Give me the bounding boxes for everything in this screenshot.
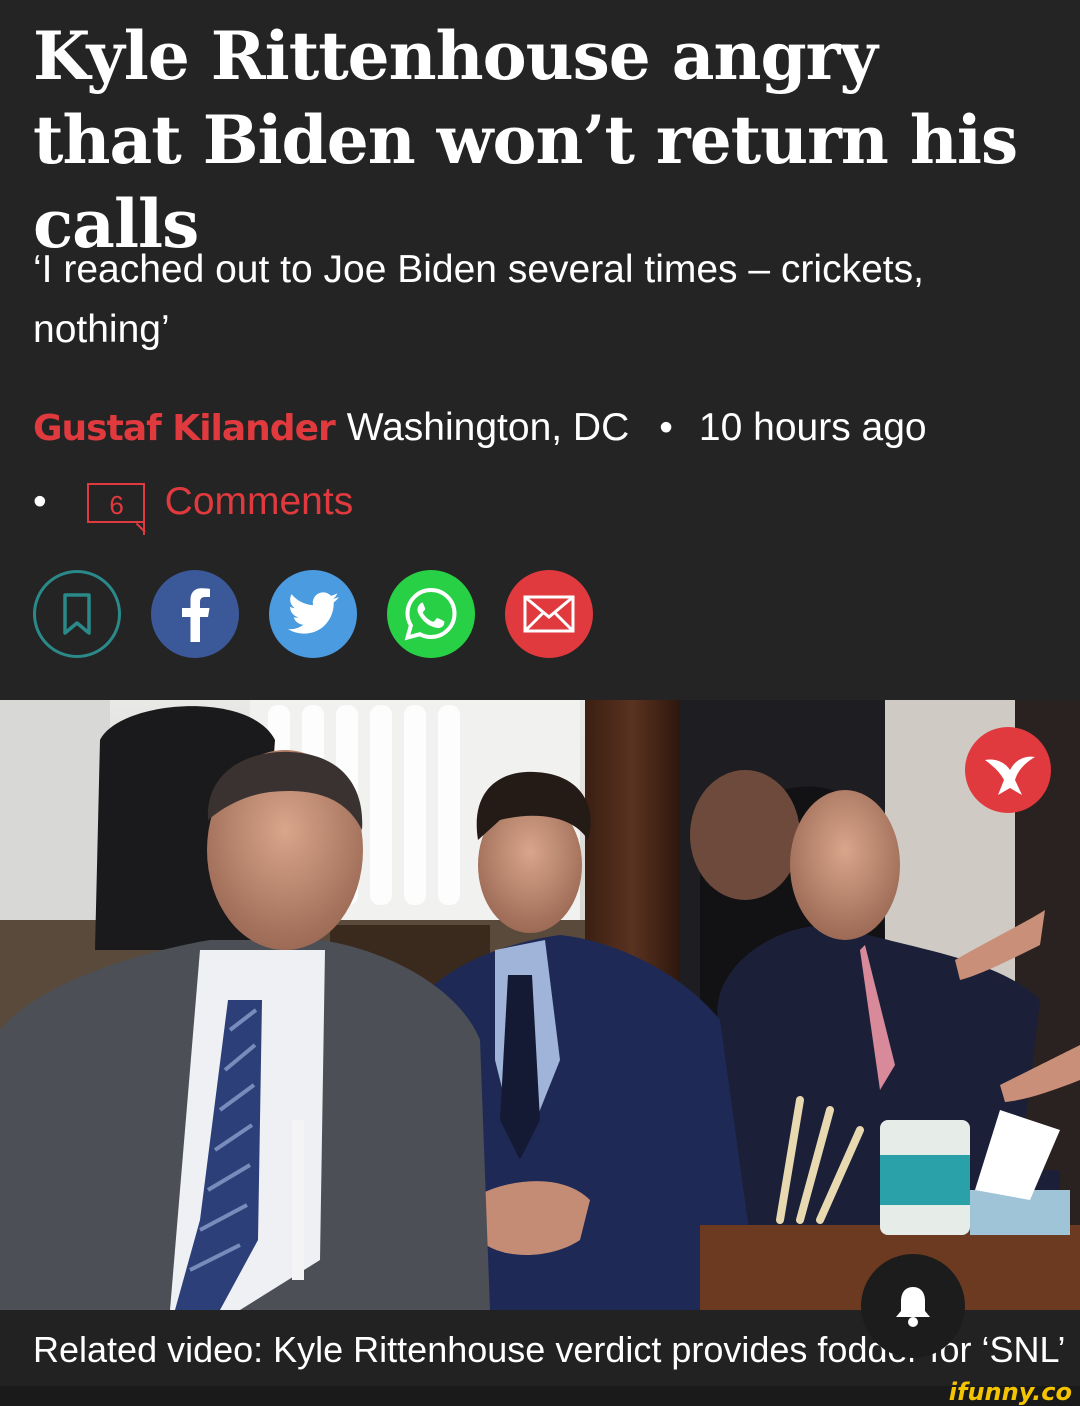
whatsapp-icon — [404, 587, 457, 641]
facebook-icon — [182, 588, 210, 642]
bottom-strip — [0, 1386, 1080, 1406]
bookmark-button[interactable] — [33, 570, 121, 658]
location: Washington, DC — [346, 406, 630, 449]
twitter-icon — [288, 592, 339, 634]
notification-button[interactable] — [861, 1254, 965, 1358]
article-photo[interactable] — [0, 700, 1080, 1310]
byline: Gustaf Kilander Washington, DC • 10 hours a… — [33, 398, 927, 458]
share-bar — [33, 570, 593, 660]
article-headline: Kyle Rittenhouse angry that Biden won’t … — [33, 17, 1018, 263]
facebook-share-button[interactable] — [151, 570, 239, 658]
email-share-button[interactable] — [505, 570, 593, 658]
comments-link[interactable]: Comments — [165, 474, 354, 530]
comments-row: • 6 Comments — [33, 474, 354, 535]
whatsapp-share-button[interactable] — [387, 570, 475, 658]
author-link[interactable]: Gustaf Kilander — [33, 408, 336, 449]
bookmark-icon — [63, 593, 91, 635]
email-icon — [523, 595, 575, 633]
twitter-share-button[interactable] — [269, 570, 357, 658]
timestamp: 10 hours ago — [698, 406, 927, 449]
watermark: ifunny.co — [948, 1378, 1072, 1406]
article-subhead: ‘I reached out to Joe Biden several time… — [33, 248, 924, 351]
separator-dot: • — [659, 406, 673, 449]
courtroom-photo — [0, 700, 1080, 1310]
separator-dot: • — [33, 480, 47, 523]
bell-icon — [896, 1287, 930, 1327]
comment-count-icon[interactable]: 6 — [86, 483, 145, 535]
